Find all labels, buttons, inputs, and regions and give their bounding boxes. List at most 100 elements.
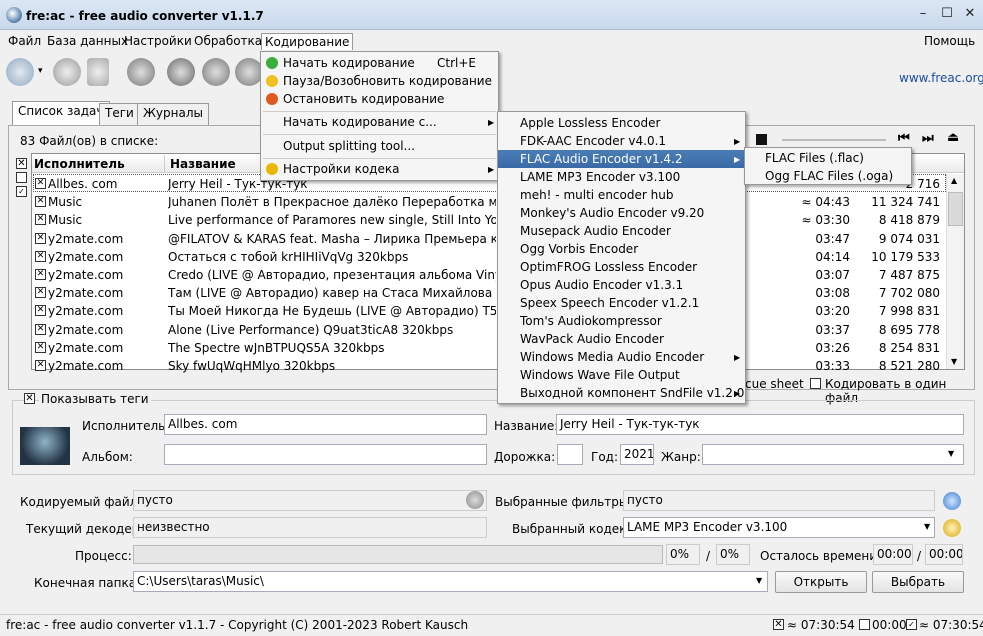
scroll-down-icon[interactable]: ▼ <box>951 357 957 366</box>
menu-encoder-item[interactable]: Apple Lossless Encoder <box>498 114 745 132</box>
toggle-selection-checkbox[interactable]: ✓ <box>16 186 27 197</box>
tab-tags[interactable]: Теги <box>99 103 140 125</box>
cd-audio-icon[interactable] <box>53 58 81 86</box>
single-file-checkbox[interactable] <box>810 378 821 389</box>
menu-encoder-item[interactable]: Musepack Audio Encoder <box>498 222 745 240</box>
col-artist[interactable]: Исполнитель <box>34 157 125 171</box>
filter-settings-icon[interactable] <box>943 492 961 510</box>
row-checkbox[interactable]: ✕ <box>35 341 46 353</box>
menu-processing[interactable]: Обработка <box>191 33 265 50</box>
row-checkbox[interactable]: ✕ <box>35 178 46 189</box>
row-checkbox[interactable]: ✕ <box>35 232 46 244</box>
codec-settings-icon[interactable] <box>943 519 961 537</box>
row-checkbox[interactable]: ✕ <box>35 287 46 299</box>
genre-dropdown-icon[interactable]: ▼ <box>948 449 954 458</box>
row-title: Остаться с тобой krHIHIiVqVg 320kbps <box>168 249 409 264</box>
menu-encoder-item[interactable]: OptimFROG Lossless Encoder <box>498 258 745 276</box>
output-folder-field[interactable]: C:\Users\taras\Music\ <box>133 571 768 592</box>
row-checkbox[interactable]: ✕ <box>35 323 46 335</box>
tab-logs[interactable]: Журналы <box>137 103 209 125</box>
tab-joblist[interactable]: Список задач <box>12 101 110 126</box>
codec-dropdown-icon[interactable]: ▼ <box>924 522 930 531</box>
close-icon[interactable]: ✕ <box>962 6 978 22</box>
row-checkbox[interactable]: ✕ <box>35 305 46 317</box>
prev-track-icon[interactable]: ⏮ <box>898 131 910 146</box>
menu-encoder-item[interactable]: Speex Speech Encoder v1.2.1 <box>498 294 745 312</box>
menu-encoder-item[interactable]: Tom's Audiokompressor <box>498 312 745 330</box>
menu-encoder-item[interactable]: meh! - multi encoder hub <box>498 186 745 204</box>
website-link[interactable]: www.freac.org <box>899 71 983 85</box>
next-track-icon[interactable]: ⏭ <box>922 131 934 146</box>
menu-stop-encoding[interactable]: Остановить кодирование <box>261 90 498 108</box>
scroll-thumb[interactable] <box>948 192 963 226</box>
menu-start-with[interactable]: Начать кодирование с... <box>261 113 498 131</box>
menu-encoder-item[interactable]: FDK-AAC Encoder v4.0.1 <box>498 132 745 150</box>
title-field[interactable]: Jerry Heil - Тук-тук-тук <box>556 414 964 435</box>
menu-encoder-item[interactable]: Windows Media Audio Encoder <box>498 348 745 366</box>
row-checkbox[interactable]: ✕ <box>35 269 46 280</box>
menu-encoder-item[interactable]: Ogg Vorbis Encoder <box>498 240 745 258</box>
scroll-up-icon[interactable]: ▲ <box>951 176 957 185</box>
show-tags-checkbox[interactable]: ✕ <box>24 393 35 404</box>
menu-codec-settings[interactable]: Настройки кодека <box>261 160 498 178</box>
menu-encoder-item[interactable]: Opus Audio Encoder v1.3.1 <box>498 276 745 294</box>
menu-ogg-flac-files[interactable]: Ogg FLAC Files (.oga) <box>745 167 911 185</box>
skip-icon[interactable] <box>466 491 484 509</box>
folder-dropdown-icon[interactable]: ▼ <box>756 576 762 585</box>
codec-select[interactable]: LAME MP3 Encoder v3.100 <box>623 517 935 538</box>
minimize-icon[interactable]: – <box>915 6 931 22</box>
search-cddb-icon[interactable] <box>127 58 155 86</box>
menu-output-splitting[interactable]: Output splitting tool... <box>261 137 498 155</box>
row-checkbox[interactable]: ✕ <box>35 250 46 262</box>
app-icon <box>6 7 22 23</box>
menu-encode[interactable]: Кодирование <box>261 33 354 50</box>
menu-start-encoding[interactable]: Начать кодирование Ctrl+E <box>261 54 498 72</box>
menu-encoder-item[interactable]: LAME MP3 Encoder v3.100 <box>498 168 745 186</box>
add-files-icon[interactable] <box>6 58 34 86</box>
row-artist: y2mate.com <box>48 249 124 264</box>
cue-sheet-label: cue sheet <box>745 377 804 391</box>
seek-slider[interactable] <box>782 139 886 141</box>
tools-icon[interactable] <box>167 58 195 86</box>
trash-icon[interactable] <box>87 58 109 86</box>
col-title[interactable]: Название <box>170 157 236 171</box>
row-title: The Spectre wJnBTPUQS5A 320kbps <box>168 340 385 355</box>
menu-encoder-item[interactable]: Windows Wave File Output <box>498 366 745 384</box>
settings-gear-icon[interactable] <box>235 58 263 86</box>
maximize-icon[interactable]: ☐ <box>939 6 955 22</box>
menu-encoder-item[interactable]: WavPack Audio Encoder <box>498 330 745 348</box>
menu-file[interactable]: Файл <box>5 33 44 50</box>
sb-time-3: ≈ 07:30:54 <box>919 618 983 632</box>
album-field[interactable] <box>164 444 487 465</box>
choose-button[interactable]: Выбрать <box>872 571 964 593</box>
row-checkbox[interactable]: ✕ <box>35 196 46 208</box>
menu-database[interactable]: База данных <box>44 33 131 50</box>
artist-field[interactable]: Allbes. com <box>164 414 487 435</box>
row-title: @FILATOV & KARAS feat. Masha – Лирика Пр… <box>168 231 496 246</box>
list-scrollbar[interactable]: ▲ ▼ <box>946 174 964 369</box>
row-title: Там (LIVE @ Авторадио) кавер на Стаса Ми… <box>168 286 496 301</box>
menu-encoder-item[interactable]: Monkey's Audio Encoder v9.20 <box>498 204 745 222</box>
encode-menu: Начать кодирование Ctrl+E Пауза/Возобнови… <box>260 51 499 181</box>
row-size: 7 702 080 <box>878 286 940 301</box>
add-dropdown-icon[interactable]: ▾ <box>38 66 43 76</box>
menu-settings[interactable]: Настройки <box>121 33 195 50</box>
encoding-file-field: пусто <box>133 490 487 511</box>
year-field[interactable]: 2021 <box>620 444 654 465</box>
eject-icon[interactable]: ⏏ <box>947 130 959 145</box>
track-field[interactable] <box>557 444 583 465</box>
select-none-checkbox[interactable] <box>16 172 27 183</box>
select-all-checkbox[interactable]: ✕ <box>16 158 27 169</box>
menu-encoder-item[interactable]: Выходной компонент SndFile v1.2.0 <box>498 384 745 402</box>
menu-encoder-item[interactable]: FLAC Audio Encoder v1.4.2 <box>498 150 745 168</box>
row-checkbox[interactable]: ✕ <box>35 360 46 371</box>
menu-help[interactable]: Помощь <box>921 33 978 50</box>
open-button[interactable]: Открыть <box>775 571 867 593</box>
filter-icon[interactable] <box>202 58 230 86</box>
stop-icon[interactable] <box>756 134 767 145</box>
genre-select[interactable] <box>702 444 964 465</box>
menu-pause-encoding[interactable]: Пауза/Возобновить кодирование <box>261 72 498 90</box>
cover-art[interactable] <box>20 427 70 465</box>
row-checkbox[interactable]: ✕ <box>35 214 46 226</box>
menu-flac-files[interactable]: FLAC Files (.flac) <box>745 149 911 167</box>
